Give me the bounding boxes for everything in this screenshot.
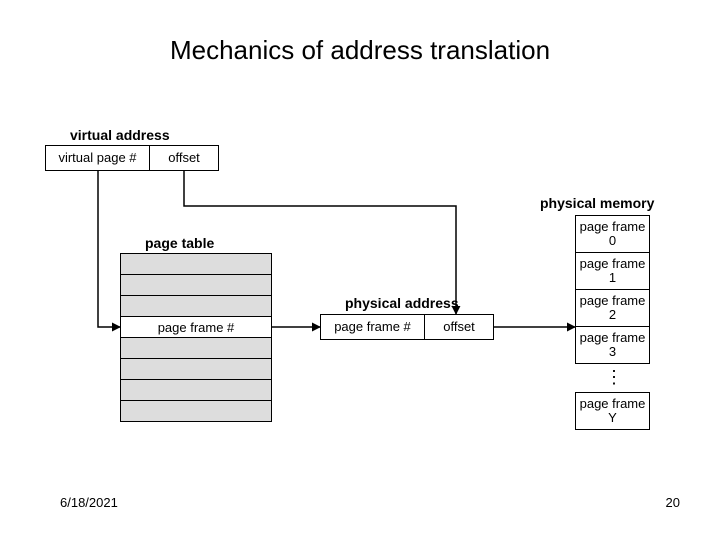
physical-memory-frame-last: page frame Y (575, 392, 650, 430)
virtual-page-number-cell: virtual page # (45, 145, 150, 171)
page-table-row (120, 337, 272, 359)
physical-page-frame-cell: page frame # (320, 314, 425, 340)
page-table-row (120, 400, 272, 422)
physical-memory-frame: page frame 3 (575, 326, 650, 364)
page-table-row (120, 274, 272, 296)
vertical-ellipsis: ⋮ (605, 367, 621, 388)
footer-date: 6/18/2021 (60, 495, 118, 510)
page-table-label: page table (145, 235, 214, 251)
physical-memory-label: physical memory (540, 195, 654, 211)
physical-offset-cell: offset (424, 314, 494, 340)
page-title: Mechanics of address translation (0, 35, 720, 66)
physical-address-label: physical address (345, 295, 459, 311)
page-table-row (120, 358, 272, 380)
page-table-row (120, 295, 272, 317)
physical-memory-frame: page frame 1 (575, 252, 650, 290)
virtual-address-label: virtual address (70, 127, 170, 143)
footer-page-number: 20 (666, 495, 680, 510)
virtual-offset-cell: offset (149, 145, 219, 171)
page-table-row (120, 379, 272, 401)
physical-memory-frame: page frame 2 (575, 289, 650, 327)
page-table-row (120, 253, 272, 275)
physical-memory-frame: page frame 0 (575, 215, 650, 253)
page-table-row-selected: page frame # (120, 316, 272, 338)
